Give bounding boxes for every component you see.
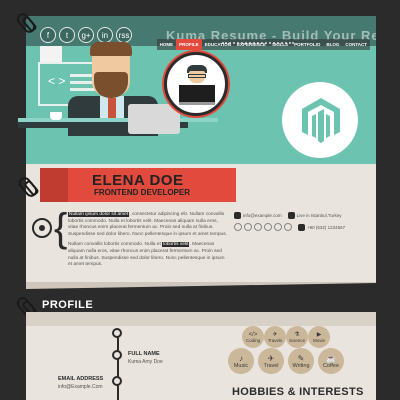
- hobby-travel: ✈ Travel: [258, 348, 284, 374]
- email-address-value: info@Example.Com: [58, 384, 103, 390]
- pen-icon: ✎: [297, 353, 305, 363]
- linkedin-icon[interactable]: in: [97, 27, 113, 43]
- timeline-node: [112, 376, 122, 386]
- email-contact[interactable]: info@example.com: [234, 212, 282, 219]
- avatar: [164, 52, 228, 116]
- timeline-node: [112, 350, 122, 360]
- brace-decoration: {: [54, 206, 68, 250]
- nav-contact[interactable]: CONTACT: [342, 39, 370, 50]
- contact-social-icons: [234, 223, 292, 231]
- nav-home[interactable]: HOME: [156, 39, 177, 50]
- location-pin-icon: [287, 212, 295, 219]
- plane-icon: ✈: [267, 353, 275, 363]
- coffee-icon: ☕: [326, 353, 336, 363]
- person-role: FRONTEND DEVELOPER: [94, 188, 191, 197]
- full-name-label: FULL NAME: [128, 351, 160, 357]
- email-address-label: EMAIL ADDRESS: [58, 376, 104, 382]
- dotted-line-decoration: [222, 42, 294, 45]
- film-icon: ▶: [316, 332, 322, 338]
- laptop-illustration: [128, 104, 180, 134]
- hobbies-heading: HOBBIES & INTERESTS: [232, 386, 364, 398]
- person-name: ELENA DOE: [92, 172, 184, 189]
- hobby-coffee: ☕ Coffee: [318, 348, 344, 374]
- full-name-value: Kuma Amy Doe: [128, 359, 163, 365]
- music-icon: ♪: [239, 353, 243, 363]
- rss-icon[interactable]: [274, 223, 282, 231]
- linkedin-icon[interactable]: [264, 223, 272, 231]
- profile-timeline: [117, 330, 119, 400]
- google-plus-icon[interactable]: [254, 223, 262, 231]
- phone-icon: [298, 223, 305, 231]
- facebook-icon[interactable]: [234, 223, 242, 231]
- flask-icon: ⚗: [294, 332, 300, 338]
- nav-portfolio[interactable]: PORTFOLIO: [291, 39, 324, 50]
- hobby-coding: </> Coding: [242, 326, 264, 348]
- plane-icon: ✈: [272, 332, 278, 338]
- hobby-writing: ✎ Writing: [288, 348, 314, 374]
- hobby-movie: ▶ Movie: [308, 326, 330, 348]
- location-contact: Live in Istanbul,Turkey: [287, 212, 341, 219]
- google-plus-icon[interactable]: g+: [78, 27, 94, 43]
- magento-logo-icon: [302, 98, 340, 143]
- pinterest-icon[interactable]: [284, 223, 292, 231]
- hobby-science: ⚗ Science: [286, 326, 308, 348]
- social-links: f t g+ in rss: [40, 27, 132, 43]
- contact-info: info@example.com Live in Istanbul,Turkey…: [234, 212, 374, 235]
- user-icon: [112, 328, 122, 338]
- twitter-icon[interactable]: t: [59, 27, 75, 43]
- hobby-music: ♪ Music: [228, 348, 254, 374]
- profile-heading: PROFILE: [42, 299, 94, 311]
- facebook-icon[interactable]: f: [40, 27, 56, 43]
- code-arrows-icon: < >: [48, 74, 66, 88]
- envelope-icon: [234, 212, 241, 219]
- nav-blog[interactable]: BLOG: [323, 39, 343, 50]
- bio-paragraph: Nullam convallis lobortis commodo. Nulla…: [68, 242, 225, 268]
- nav-profile[interactable]: PROFILE: [176, 39, 202, 50]
- twitter-icon[interactable]: [244, 223, 252, 231]
- hobby-travels: ✈ Travels: [264, 326, 286, 348]
- phone-contact[interactable]: +90 (532) 1234567: [298, 223, 345, 231]
- bio-text: Nullam ipsum dolor sit amet, consectetur…: [68, 212, 228, 273]
- rss-icon[interactable]: rss: [116, 27, 132, 43]
- bio-paragraph: Nullam ipsum dolor sit amet, consectetur…: [68, 212, 227, 237]
- bio-target-icon: [32, 218, 52, 238]
- coffee-cup-icon: [50, 112, 62, 120]
